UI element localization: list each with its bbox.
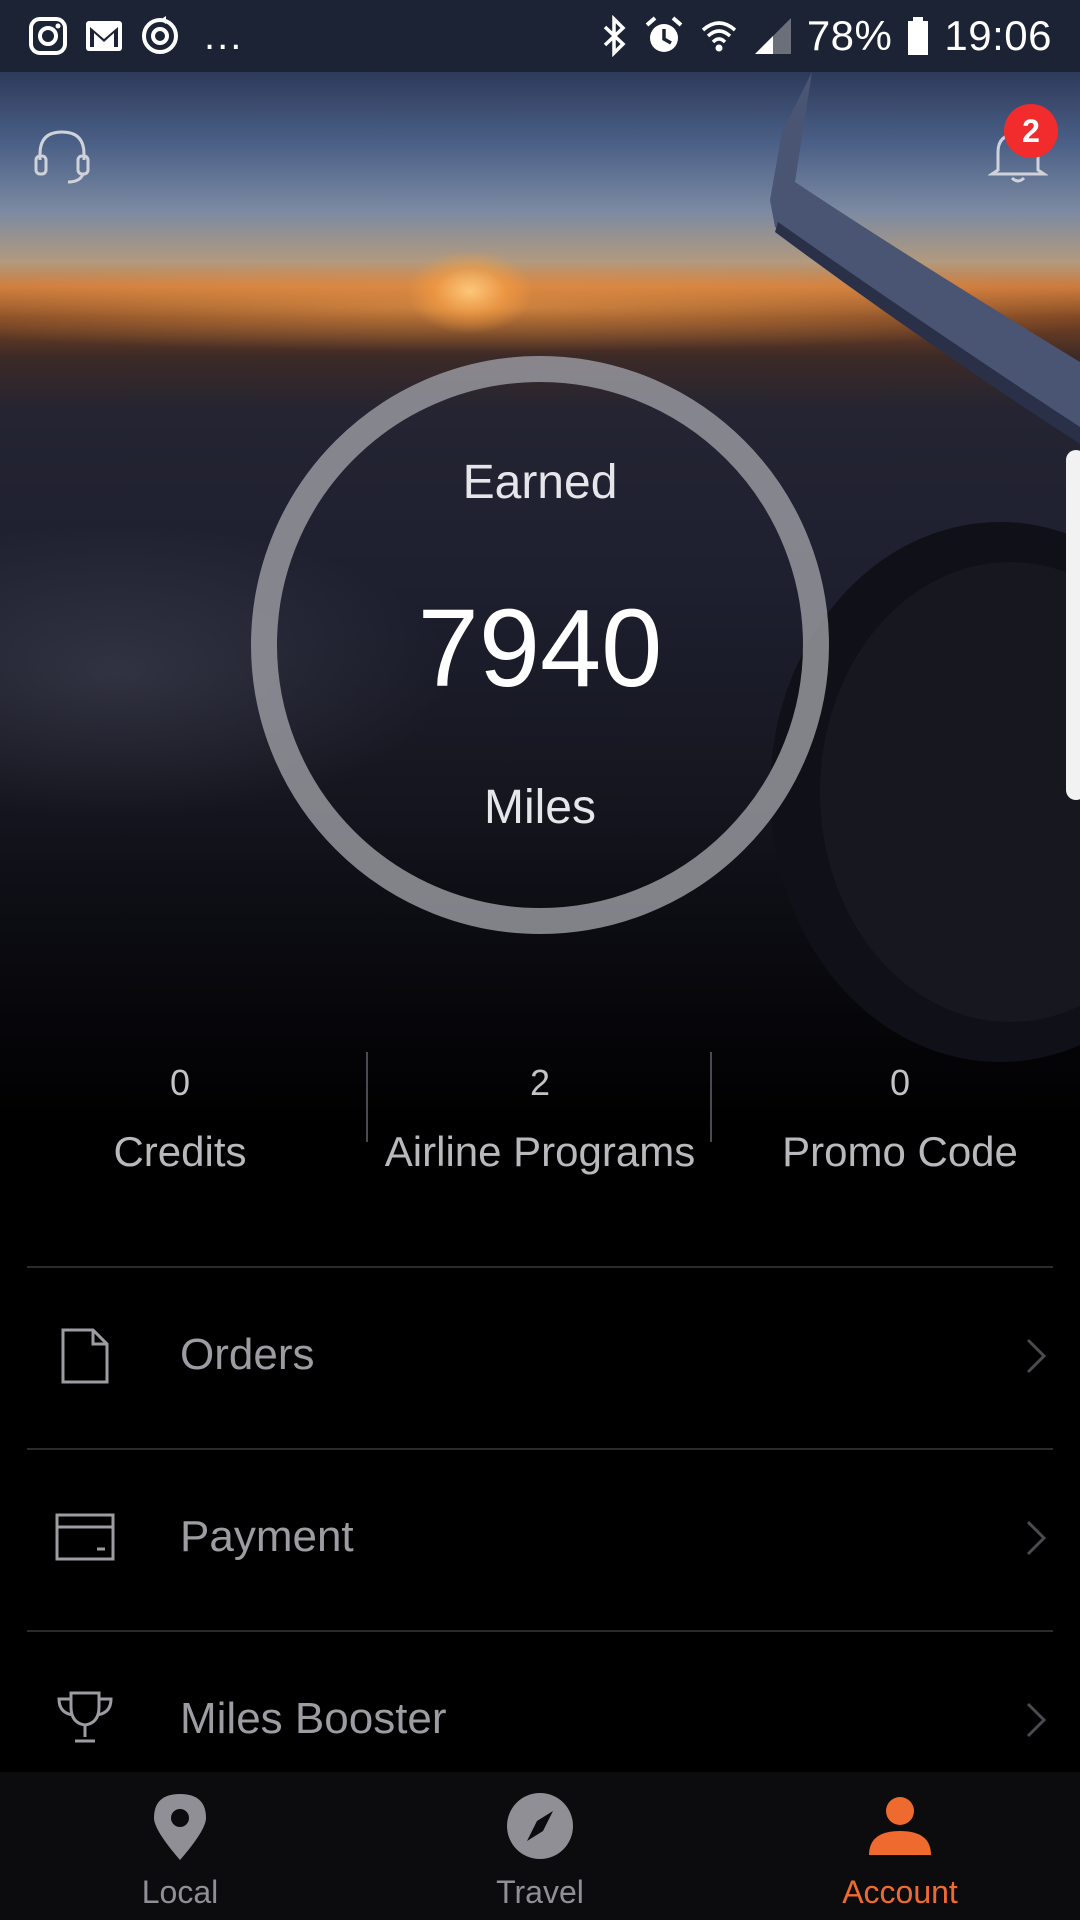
compass-icon (504, 1790, 576, 1862)
stat-label: Promo Code (782, 1128, 1018, 1175)
alarm-icon (645, 16, 683, 52)
tab-label: Local (141, 1874, 219, 1910)
stat-value: 0 (889, 1062, 911, 1103)
stat-value: 0 (169, 1062, 191, 1103)
menu-item-payment[interactable]: Payment (0, 1448, 1080, 1628)
menu-item-label: Orders (180, 1330, 315, 1379)
tab-account[interactable]: Account (720, 1772, 1080, 1920)
stat-promo-code[interactable]: 0 Promo Code (720, 1040, 1080, 1190)
card-icon (50, 1502, 120, 1572)
tab-travel[interactable]: Travel (360, 1772, 720, 1920)
menu-item-label: Miles Booster (180, 1694, 447, 1743)
chevron-right-icon (1026, 1338, 1047, 1374)
side-panel-handle[interactable] (1066, 450, 1080, 800)
person-icon (864, 1790, 936, 1862)
status-right: 78% 19:06 (601, 12, 1052, 60)
notification-badge: 2 (1004, 104, 1058, 158)
cell-signal-icon (754, 18, 791, 54)
status-overflow: ... (204, 13, 244, 58)
tab-label: Account (842, 1874, 958, 1910)
trophy-icon (50, 1682, 120, 1752)
stat-divider (366, 1052, 368, 1142)
earned-label: Earned (462, 456, 618, 509)
status-bar: ... 78% 19:06 (0, 0, 1080, 72)
battery-percent: 78% (806, 12, 893, 59)
location-pin-icon (144, 1790, 216, 1862)
headset-icon (34, 130, 90, 184)
clock-sync-icon (142, 16, 178, 54)
document-icon (50, 1321, 120, 1391)
stats-row: 0 Credits 2 Airline Programs 0 Promo Cod… (0, 1040, 1080, 1190)
chevron-right-icon (1026, 1520, 1047, 1556)
tab-label: Travel (496, 1874, 584, 1910)
status-left: ... (28, 14, 243, 59)
wifi-icon (701, 21, 736, 52)
menu-item-label: Payment (180, 1512, 354, 1561)
stat-divider (710, 1052, 712, 1142)
earned-miles-value: 7940 (417, 587, 663, 710)
stat-label: Credits (113, 1128, 247, 1175)
bottom-nav: Local Travel Account (0, 1772, 1080, 1920)
instagram-icon (29, 17, 67, 55)
stat-label: Airline Programs (384, 1128, 696, 1175)
stat-airline-programs[interactable]: 2 Airline Programs (360, 1040, 720, 1190)
support-button[interactable] (22, 116, 102, 196)
gmail-icon (86, 21, 122, 51)
stat-value: 2 (529, 1062, 551, 1103)
earned-unit: Miles (483, 781, 596, 834)
status-time: 19:06 (944, 12, 1052, 59)
battery-icon (908, 17, 929, 55)
chevron-right-icon (1026, 1702, 1047, 1738)
stat-credits[interactable]: 0 Credits (0, 1040, 360, 1190)
tab-local[interactable]: Local (0, 1772, 360, 1920)
menu-item-orders[interactable]: Orders (0, 1266, 1080, 1446)
bluetooth-icon (603, 15, 626, 57)
